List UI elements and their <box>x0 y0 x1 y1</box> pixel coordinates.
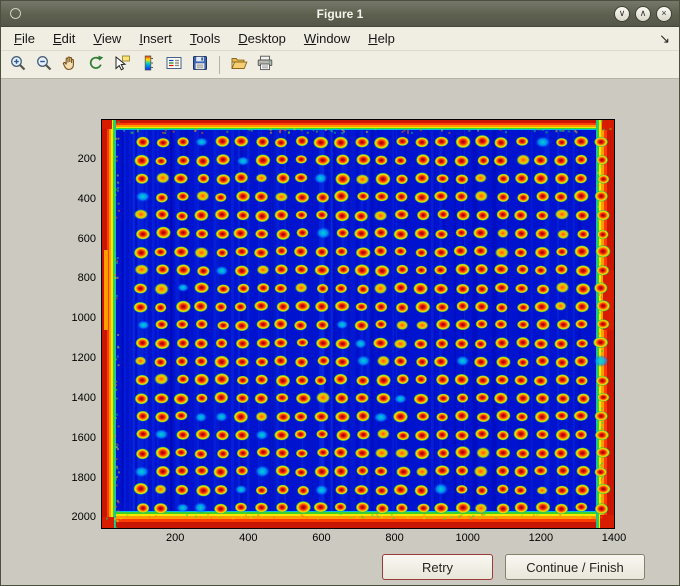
insert-colorbar-button[interactable] <box>136 53 160 77</box>
zoom-out-icon <box>35 54 53 75</box>
print-figure-button[interactable] <box>253 53 277 77</box>
open-file-icon <box>230 54 248 75</box>
menu-file[interactable]: File <box>5 31 44 46</box>
y-tick-label: 600 <box>77 232 96 245</box>
menu-tools[interactable]: Tools <box>181 31 229 46</box>
save-figure-icon <box>191 54 209 75</box>
figure-window: Figure 1 ∨ ∧ × File Edit View Insert Tools Desk… <box>0 0 680 586</box>
zoom-in-icon <box>9 54 27 75</box>
continue-finish-button[interactable]: Continue / Finish <box>505 554 645 580</box>
x-tick-label: 600 <box>312 532 331 544</box>
menubar-items: File Edit View Insert Tools Desktop Window Help <box>5 31 404 46</box>
x-tick-label: 1400 <box>601 532 627 544</box>
x-tick-label: 1200 <box>528 532 554 544</box>
y-tick-label: 800 <box>77 272 96 285</box>
print-figure-icon <box>256 54 274 75</box>
y-tick-label: 1400 <box>71 391 96 404</box>
x-tick-label: 1000 <box>455 532 480 544</box>
y-tick-label: 1600 <box>71 431 96 444</box>
menu-window[interactable]: Window <box>295 31 359 46</box>
insert-colorbar-icon <box>139 54 157 75</box>
y-tick-label: 1800 <box>71 471 96 484</box>
toolbar-separator <box>219 55 220 74</box>
toolbar <box>1 51 679 79</box>
menu-help[interactable]: Help <box>359 31 404 46</box>
open-file-button[interactable] <box>227 53 251 77</box>
menubar: File Edit View Insert Tools Desktop Window Help… <box>1 27 679 51</box>
maximize-button[interactable]: ∧ <box>635 5 651 22</box>
window-controls: ∨ ∧ × <box>614 5 672 22</box>
insert-legend-icon <box>165 54 183 75</box>
x-tick-label: 200 <box>165 532 185 544</box>
rotate-3d-button[interactable] <box>84 53 108 77</box>
pan-icon <box>61 54 79 75</box>
data-cursor-button[interactable] <box>110 53 134 77</box>
x-tick-label: 800 <box>385 532 404 544</box>
menu-desktop[interactable]: Desktop <box>229 31 295 46</box>
figure-canvas-area: 200 400 600 800 1000 1200 1400 1600 1800 2000 200 4… <box>1 79 679 585</box>
x-tick-label: 400 <box>239 532 258 544</box>
window-title: Figure 1 <box>316 6 364 21</box>
pan-button[interactable] <box>58 53 82 77</box>
close-button[interactable]: × <box>656 5 672 22</box>
insert-legend-button[interactable] <box>162 53 186 77</box>
y-tick-label: 1200 <box>71 352 96 365</box>
menu-edit[interactable]: Edit <box>44 31 84 46</box>
zoom-in-button[interactable] <box>6 53 30 77</box>
dock-figure-icon[interactable]: ↘ <box>659 31 670 47</box>
y-tick-label: 2000 <box>71 511 96 524</box>
data-cursor-icon <box>113 54 131 75</box>
minimize-button[interactable]: ∨ <box>614 5 630 22</box>
retry-button[interactable]: Retry <box>382 554 493 580</box>
menu-view[interactable]: View <box>84 31 130 46</box>
menu-insert[interactable]: Insert <box>130 31 181 46</box>
zoom-out-button[interactable] <box>32 53 56 77</box>
titlebar[interactable]: Figure 1 ∨ ∧ × <box>1 1 679 27</box>
y-tick-label: 400 <box>77 192 96 205</box>
window-menu-icon[interactable] <box>10 8 21 19</box>
save-figure-button[interactable] <box>188 53 212 77</box>
rotate-3d-icon <box>87 54 105 75</box>
axes: 200 400 600 800 1000 1200 1400 1600 1800 2000 200 4… <box>72 119 626 544</box>
image-plot <box>102 120 614 528</box>
y-tick-label: 200 <box>77 152 96 165</box>
y-tick-label: 1000 <box>71 312 96 325</box>
